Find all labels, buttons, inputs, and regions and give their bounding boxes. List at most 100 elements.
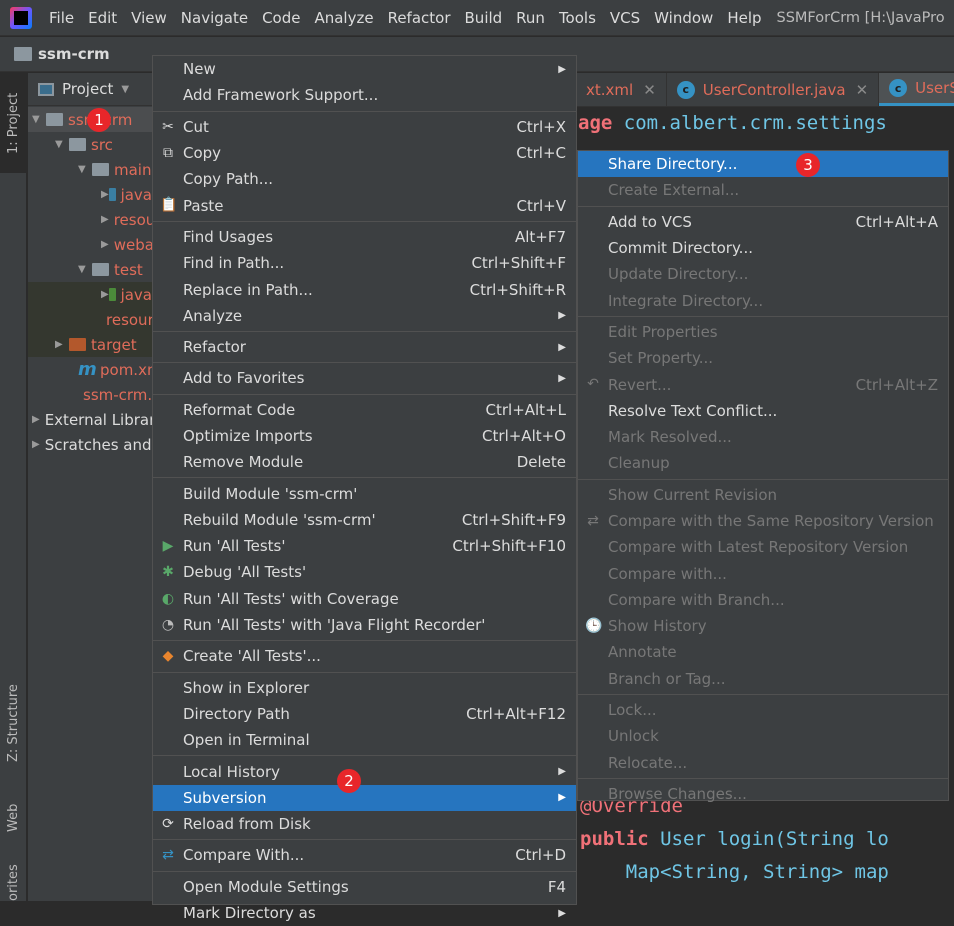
menu-item-optimize-imports[interactable]: Optimize Imports Ctrl+Alt+O (153, 423, 576, 449)
tree-item[interactable]: mpom.xml (28, 357, 152, 382)
menu-refactor[interactable]: Refactor (381, 9, 458, 27)
web-tool-tab[interactable]: Web (0, 788, 27, 848)
menu-item-add-to-vcs[interactable]: Add to VCS Ctrl+Alt+A (578, 209, 948, 235)
menu-item-paste[interactable]: 📋 Paste Ctrl+V (153, 192, 576, 218)
menu-item-find-in-path[interactable]: Find in Path... Ctrl+Shift+F (153, 250, 576, 276)
expanded-arrow-icon[interactable]: ▼ (55, 139, 69, 150)
menu-item-set-property[interactable]: Set Property... (578, 345, 948, 371)
menu-item-rebuild-module-ssm-crm[interactable]: Rebuild Module 'ssm-crm' Ctrl+Shift+F9 (153, 507, 576, 533)
expanded-arrow-icon[interactable]: ▼ (78, 164, 92, 175)
collapsed-arrow-icon[interactable]: ▶ (101, 289, 109, 300)
tree-item[interactable]: ▼ main (28, 157, 152, 182)
menu-item-add-framework-support[interactable]: Add Framework Support... (153, 82, 576, 108)
menu-item-mark-resolved[interactable]: Mark Resolved... (578, 424, 948, 450)
tree-item[interactable]: ▶ target (28, 332, 152, 357)
menu-item-subversion[interactable]: Subversion ▶ (153, 784, 576, 812)
collapsed-arrow-icon[interactable]: ▶ (32, 414, 40, 425)
close-tab-icon[interactable]: ✕ (643, 81, 656, 99)
menu-item-integrate-directory[interactable]: Integrate Directory... (578, 287, 948, 313)
menu-item-compare-with[interactable]: ⇄ Compare With... Ctrl+D (153, 842, 576, 868)
menu-item-branch-or-tag[interactable]: Branch or Tag... (578, 666, 948, 692)
menu-item-run-all-tests[interactable]: ▶ Run 'All Tests' Ctrl+Shift+F10 (153, 533, 576, 559)
menu-item-analyze[interactable]: Analyze ▶ (153, 303, 576, 329)
tree-item[interactable]: ▶ resources (28, 207, 152, 232)
menu-item-annotate[interactable]: Annotate (578, 639, 948, 665)
menu-item-run-all-tests-with-coverage[interactable]: ◐ Run 'All Tests' with Coverage (153, 586, 576, 612)
tree-item[interactable]: resources (28, 307, 152, 332)
menu-item-refactor[interactable]: Refactor ▶ (153, 334, 576, 360)
menu-navigate[interactable]: Navigate (174, 9, 255, 27)
menu-analyze[interactable]: Analyze (307, 9, 380, 27)
tree-item[interactable]: ▶ Scratches and Consoles (28, 432, 152, 457)
menu-item-commit-directory[interactable]: Commit Directory... (578, 235, 948, 261)
collapsed-arrow-icon[interactable]: ▶ (101, 214, 109, 225)
menu-item-show-history[interactable]: 🕒 Show History (578, 613, 948, 639)
breadcrumb-project[interactable]: ssm-crm (38, 45, 110, 63)
tree-item[interactable]: ▼ test (28, 257, 152, 282)
menu-item-open-in-terminal[interactable]: Open in Terminal (153, 727, 576, 753)
menu-item-reload-from-disk[interactable]: ⟳ Reload from Disk (153, 811, 576, 837)
menu-item-create-external[interactable]: Create External... (578, 177, 948, 203)
menu-item-edit-properties[interactable]: Edit Properties (578, 319, 948, 345)
tree-item[interactable]: ssm-crm.iml (28, 382, 152, 407)
favorites-tool-tab[interactable]: orites (0, 863, 27, 901)
menu-item-resolve-text-conflict[interactable]: Resolve Text Conflict... (578, 398, 948, 424)
menu-item-replace-in-path[interactable]: Replace in Path... Ctrl+Shift+R (153, 276, 576, 302)
menu-item-run-all-tests-with-java-flight-recorder[interactable]: ◔ Run 'All Tests' with 'Java Flight Recor… (153, 612, 576, 638)
menu-code[interactable]: Code (255, 9, 307, 27)
menu-run[interactable]: Run (509, 9, 552, 27)
menu-item-show-in-explorer[interactable]: Show in Explorer (153, 675, 576, 701)
menu-item-debug-all-tests[interactable]: ✱ Debug 'All Tests' (153, 559, 576, 585)
menu-item-share-directory[interactable]: Share Directory... (578, 151, 948, 178)
menu-item-mark-directory-as[interactable]: Mark Directory as ▶ (153, 900, 576, 926)
editor-tab[interactable]: c UserServ (879, 73, 954, 106)
collapsed-arrow-icon[interactable]: ▶ (101, 189, 109, 200)
collapsed-arrow-icon[interactable]: ▶ (32, 439, 40, 450)
menu-item-cut[interactable]: ✂ Cut Ctrl+X (153, 114, 576, 140)
tree-item[interactable]: ▶ External Libraries (28, 407, 152, 432)
menu-build[interactable]: Build (458, 9, 510, 27)
menu-item-find-usages[interactable]: Find Usages Alt+F7 (153, 224, 576, 250)
menu-item-compare-with-branch[interactable]: Compare with Branch... (578, 587, 948, 613)
tree-item[interactable]: ▶ java (28, 282, 152, 307)
menu-item-unlock[interactable]: Unlock (578, 723, 948, 749)
editor-tab[interactable]: c UserController.java ✕ (667, 73, 880, 106)
menu-item-cleanup[interactable]: Cleanup (578, 450, 948, 476)
editor-tab[interactable]: xt.xml ✕ (576, 73, 667, 106)
menu-item-compare-with[interactable]: Compare with... (578, 560, 948, 586)
menu-item-open-module-settings[interactable]: Open Module Settings F4 (153, 874, 576, 900)
project-tool-tab[interactable]: 1: Project (0, 73, 27, 173)
menu-item-lock[interactable]: Lock... (578, 697, 948, 723)
menu-item-copy[interactable]: ⧉ Copy Ctrl+C (153, 140, 576, 166)
menu-item-new[interactable]: New ▶ (153, 56, 576, 82)
menu-view[interactable]: View (124, 9, 174, 27)
menu-window[interactable]: Window (647, 9, 720, 27)
menu-item-compare-with-the-same-repository-version[interactable]: ⇄ Compare with the Same Repository Versio… (578, 508, 948, 534)
menu-item-update-directory[interactable]: Update Directory... (578, 261, 948, 287)
menu-item-reformat-code[interactable]: Reformat Code Ctrl+Alt+L (153, 397, 576, 423)
expanded-arrow-icon[interactable]: ▼ (78, 264, 92, 275)
menu-tools[interactable]: Tools (552, 9, 603, 27)
menu-file[interactable]: File (42, 9, 81, 27)
menu-item-show-current-revision[interactable]: Show Current Revision (578, 482, 948, 508)
menu-item-relocate[interactable]: Relocate... (578, 750, 948, 776)
menu-item-directory-path[interactable]: Directory Path Ctrl+Alt+F12 (153, 701, 576, 727)
menu-item-local-history[interactable]: Local History ▶ (153, 758, 576, 784)
expanded-arrow-icon[interactable]: ▼ (32, 114, 46, 125)
collapsed-arrow-icon[interactable]: ▶ (101, 239, 109, 250)
menu-vcs[interactable]: VCS (603, 9, 647, 27)
tree-item[interactable]: ▶ webapp (28, 232, 152, 257)
collapsed-arrow-icon[interactable]: ▶ (55, 339, 69, 350)
project-view-selector[interactable]: Project ▼ (28, 73, 152, 106)
menu-item-compare-with-latest-repository-version[interactable]: Compare with Latest Repository Version (578, 534, 948, 560)
menu-item-build-module-ssm-crm[interactable]: Build Module 'ssm-crm' (153, 480, 576, 506)
menu-edit[interactable]: Edit (81, 9, 124, 27)
menu-help[interactable]: Help (720, 9, 768, 27)
tree-item[interactable]: ▶ java (28, 182, 152, 207)
tree-item[interactable]: ▼ src (28, 132, 152, 157)
menu-item-add-to-favorites[interactable]: Add to Favorites ▶ (153, 365, 576, 391)
menu-item-revert[interactable]: ↶ Revert... Ctrl+Alt+Z (578, 371, 948, 397)
menu-item-create-all-tests[interactable]: ◆ Create 'All Tests'... (153, 643, 576, 669)
menu-item-browse-changes[interactable]: Browse Changes... (578, 781, 948, 807)
menu-item-remove-module[interactable]: Remove Module Delete (153, 449, 576, 475)
